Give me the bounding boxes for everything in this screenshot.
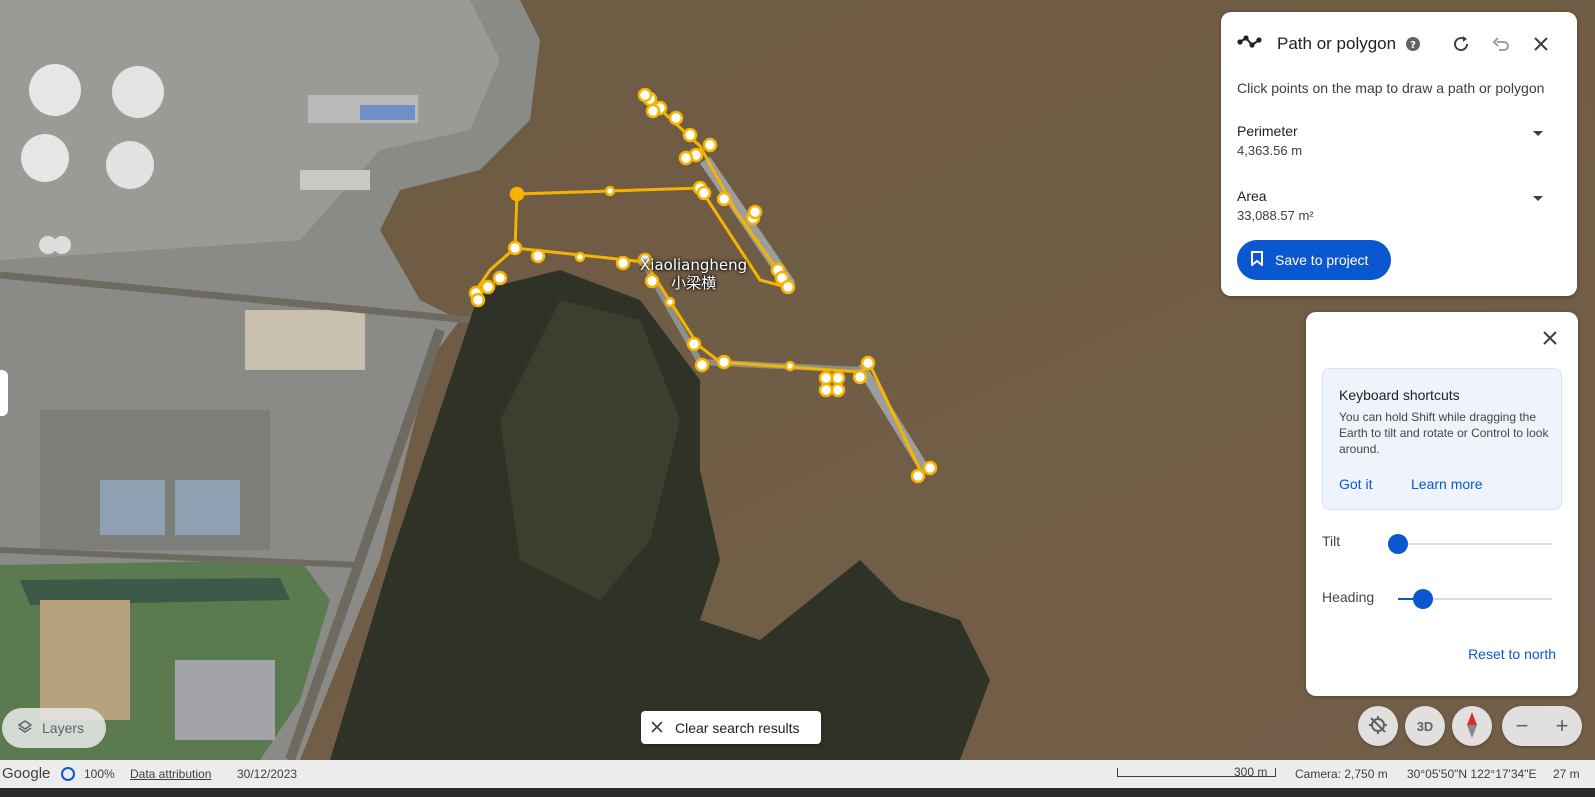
path-polygon-panel: Path or polygon ? Click points on the ma… [1221,12,1577,296]
layers-icon [17,719,33,737]
chevron-down-icon[interactable] [1533,131,1543,136]
path-midpoint[interactable] [664,296,676,308]
cursor-elevation: 27 m [1553,767,1580,781]
panel-header: Path or polygon ? [1237,32,1565,56]
path-vertex[interactable] [852,369,868,385]
path-vertex[interactable] [645,103,661,119]
path-vertex[interactable] [747,204,763,220]
place-label-latin: Xiaoliangheng [640,256,748,274]
tilt-slider[interactable] [1388,534,1552,554]
path-vertex[interactable] [860,355,876,371]
reset-to-north-link[interactable]: Reset to north [1468,646,1556,662]
clear-search-results-button[interactable]: Clear search results [641,711,821,744]
view-controls-panel: Keyboard shortcuts You can hold Shift wh… [1306,312,1578,696]
bookmark-icon [1251,251,1263,269]
layers-button[interactable]: Layers [2,708,106,748]
chevron-down-icon[interactable] [1533,196,1543,201]
layers-label: Layers [42,720,85,736]
imagery-date: 30/12/2023 [237,767,298,781]
path-vertex[interactable] [716,191,732,207]
path-vertex[interactable] [716,354,732,370]
undo-icon[interactable] [1489,32,1513,56]
path-vertex[interactable] [507,240,523,256]
save-button-label: Save to project [1275,252,1369,268]
path-vertex[interactable] [615,255,631,271]
taskbar-strip [0,788,1595,797]
tracking-off-button[interactable] [1358,706,1398,746]
cursor-coordinates: 30°05'50"N 122°17'34"E [1407,767,1537,781]
svg-text:?: ? [1410,40,1416,51]
heading-label: Heading [1322,589,1375,605]
heading-slider[interactable] [1398,589,1552,609]
path-vertex[interactable] [492,270,508,286]
compass-icon [1466,711,1478,742]
zoom-out-button[interactable]: − [1502,706,1542,746]
save-to-project-button[interactable]: Save to project [1237,240,1391,280]
close-icon [651,720,663,736]
help-icon[interactable]: ? [1401,32,1425,56]
path-vertex[interactable] [818,370,834,386]
path-vertex[interactable] [910,468,926,484]
perimeter-label: Perimeter [1237,123,1298,139]
tip-text: You can hold Shift while dragging the Ea… [1339,410,1549,456]
path-vertex[interactable] [682,127,698,143]
perimeter-row[interactable]: Perimeter 4,363.56 m [1237,123,1557,158]
loading-progress-icon [61,767,75,781]
area-row[interactable]: Area 33,088.57 m² [1237,188,1557,223]
path-vertex[interactable] [702,137,718,153]
heading-slider-handle[interactable] [1412,589,1433,609]
path-vertex[interactable] [509,186,525,202]
camera-altitude: Camera: 2,750 m [1295,767,1388,781]
path-vertex[interactable] [480,279,496,295]
loading-progress-value: 100% [84,767,115,781]
path-midpoint[interactable] [604,185,616,197]
tilt-label: Tilt [1322,533,1341,549]
3d-toggle-button[interactable]: 3D [1405,706,1445,746]
path-vertex[interactable] [530,248,546,264]
place-label: Xiaoliangheng 小梁横 [640,256,747,292]
refresh-icon[interactable] [1449,32,1473,56]
area-value: 33,088.57 m² [1237,208,1314,223]
data-attribution-link[interactable]: Data attribution [130,767,211,781]
path-vertex[interactable] [668,110,684,126]
path-vertex[interactable] [830,370,846,386]
path-vertex[interactable] [830,382,846,398]
path-vertex[interactable] [780,279,796,295]
zoom-controls: − + [1502,706,1582,746]
panel-title: Path or polygon [1277,34,1397,53]
path-vertex[interactable] [470,292,486,308]
panel-hint: Click points on the map to draw a path o… [1237,80,1545,96]
path-vertex[interactable] [696,185,712,201]
path-vertex[interactable] [678,150,694,166]
place-label-chinese: 小梁横 [671,274,717,292]
compass-button[interactable] [1452,706,1492,746]
perimeter-value: 4,363.56 m [1237,143,1303,158]
path-icon [1237,34,1263,55]
path-vertex[interactable] [637,87,653,103]
learn-more-link[interactable]: Learn more [1411,476,1483,492]
side-panel-toggle[interactable] [0,370,8,416]
scale-label: 300 m [1234,765,1268,779]
zoom-in-button[interactable]: + [1542,706,1582,746]
google-logo: Google [2,765,51,782]
path-vertex[interactable] [686,336,702,352]
close-icon[interactable] [1529,32,1553,56]
status-bar: Google 100% Data attribution 30/12/2023 … [0,760,1595,788]
keyboard-shortcuts-tip: Keyboard shortcuts You can hold Shift wh… [1322,368,1562,510]
path-vertex[interactable] [818,382,834,398]
tilt-slider-handle[interactable] [1388,534,1408,554]
path-midpoint[interactable] [574,251,586,263]
path-midpoint[interactable] [784,360,796,372]
tip-title: Keyboard shortcuts [1339,387,1460,403]
path-vertex[interactable] [694,357,710,373]
got-it-button[interactable]: Got it [1339,476,1372,492]
location-off-icon [1368,715,1388,738]
close-icon[interactable] [1538,326,1562,350]
area-label: Area [1237,188,1267,204]
path-vertex[interactable] [922,460,938,476]
clear-search-label: Clear search results [675,719,800,736]
